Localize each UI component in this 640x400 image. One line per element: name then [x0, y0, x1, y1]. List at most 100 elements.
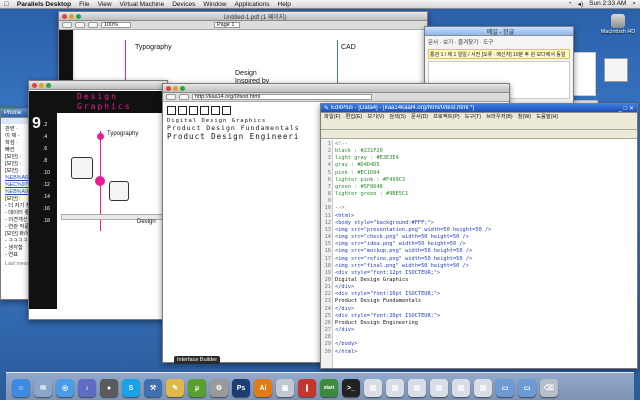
prev-button[interactable]	[75, 22, 85, 28]
dock-vm-icon[interactable]: ▣	[276, 379, 294, 397]
code-line: Product Design Engineering	[335, 319, 418, 326]
editor-menu-tools[interactable]: 도구(T)	[465, 113, 482, 121]
line-gutter: 1 2 3 4 5 6 7 8 9 10 11 12 13 14 15 16 17 18 19 20 21 22 23 24 2…	[321, 140, 333, 368]
dock-folder2-icon[interactable]: ▭	[518, 379, 536, 397]
pdf-label-cad: CAD	[341, 44, 356, 51]
design-title-1: Design	[77, 92, 118, 101]
volume-icon[interactable]: ◂)	[578, 0, 583, 8]
dock-folder1-icon[interactable]: ▭	[496, 379, 514, 397]
refine-icon[interactable]	[211, 106, 220, 115]
editor-menu-edit[interactable]: 편집(E)	[346, 113, 363, 121]
editor-menu-file[interactable]: 파일(F)	[324, 113, 341, 121]
dock-trash-icon[interactable]: ⌫	[540, 379, 558, 397]
menu-window[interactable]: Window	[203, 1, 226, 8]
dock-tools-icon[interactable]: ⚙	[210, 379, 228, 397]
code-area[interactable]: <!-- black : #231F20 light gray : #E3E3E4 g…	[335, 141, 637, 368]
editor-menu-window[interactable]: 창(W)	[518, 113, 531, 121]
dock-xcode-icon[interactable]: ⚒	[144, 379, 162, 397]
editor-menu-browser[interactable]: 브라우저(B)	[486, 113, 513, 121]
page-field[interactable]: Page 1	[214, 22, 240, 28]
url-field[interactable]: http://kaa14.org/0/test.html	[192, 94, 372, 100]
document-icon[interactable]	[604, 58, 628, 82]
code-line: <div style="font:20pt ISOCTEUR;">	[335, 312, 441, 319]
pink-line	[125, 40, 126, 84]
design-bottom-label: Design	[137, 219, 156, 225]
dock-pencil-icon[interactable]: ✎	[166, 379, 184, 397]
zoom-icon[interactable]	[76, 13, 81, 19]
close-icon[interactable]	[166, 85, 171, 91]
line-numbers: 1 2 3 4 5 6 7 8 9 10 11 12 13 14 15 16 17 18 19 20 21 22 23 24 2…	[321, 140, 332, 356]
line-number: 2	[327, 148, 331, 155]
desktop-icon-macintosh-hd[interactable]: Macintosh HD	[600, 14, 636, 35]
editor-menu-search[interactable]: 검색(S)	[389, 113, 406, 121]
dock-itunes-icon[interactable]: ♪	[78, 379, 96, 397]
menu-applications[interactable]: Applications	[234, 1, 269, 8]
sidebar-button[interactable]	[62, 22, 72, 28]
menu-file[interactable]: File	[79, 1, 89, 8]
presentation-icon[interactable]	[167, 106, 176, 115]
minimize-icon[interactable]	[69, 13, 74, 19]
forward-button[interactable]	[179, 94, 189, 100]
dock-start-icon[interactable]: start	[320, 379, 338, 397]
minimize-icon[interactable]	[173, 85, 178, 91]
editor-window: ✎ EditPlus - [Data4] - [kaa14kaaf4.org/h…	[320, 103, 638, 369]
mockup-icon[interactable]	[200, 106, 209, 115]
line-number: 13	[324, 226, 331, 233]
close-icon[interactable]	[62, 13, 67, 19]
dock-utorrent-icon[interactable]: µ	[188, 379, 206, 397]
zoom-icon[interactable]	[46, 82, 51, 88]
clock[interactable]: Sun 2:33 AM	[589, 0, 626, 8]
editor-menu-help[interactable]: 도움말(H)	[536, 113, 558, 121]
back-button[interactable]	[166, 94, 176, 100]
dock-finder-icon[interactable]: ☺	[12, 379, 30, 397]
globe-icon[interactable]	[109, 181, 129, 201]
dock-mail-icon[interactable]: ✉	[34, 379, 52, 397]
zoom-field[interactable]: 100%	[101, 22, 131, 28]
menu-virtual-machine[interactable]: Virtual Machine	[120, 1, 165, 8]
mail-tabs[interactable]: 문서 · 보기 · 즐겨찾기 · 도구	[425, 36, 573, 48]
editor-menu-document[interactable]: 문서(D)	[411, 113, 428, 121]
code-line: black : #231F20	[335, 148, 383, 155]
dock-window2-icon[interactable]: ▤	[386, 379, 404, 397]
zoom-icon[interactable]	[180, 85, 185, 91]
code-line: <img src="final.png" width=50 height=50 …	[335, 262, 469, 269]
dock-window6-icon[interactable]: ▤	[474, 379, 492, 397]
menu-devices[interactable]: Devices	[172, 1, 195, 8]
editor-menu-project[interactable]: 프로젝트(P)	[433, 113, 460, 121]
dock-skype-icon[interactable]: S	[122, 379, 140, 397]
line-number: 26	[324, 319, 331, 326]
desktop-icon-label: Macintosh HD	[600, 29, 636, 35]
window-controls-icon[interactable]: _ □ ✕	[619, 105, 637, 112]
spotlight-icon[interactable]: ⌕	[632, 0, 636, 8]
final-icon[interactable]	[222, 106, 231, 115]
mail-title: 메일 - 한글	[486, 29, 515, 36]
dock-parallels-icon[interactable]: ∥	[298, 379, 316, 397]
close-icon[interactable]	[32, 82, 37, 88]
browser-icon-row	[167, 106, 231, 115]
dock-camera-icon[interactable]: ●	[100, 379, 118, 397]
idea-icon[interactable]	[189, 106, 198, 115]
minimize-icon[interactable]	[39, 82, 44, 88]
dock-window3-icon[interactable]: ▤	[408, 379, 426, 397]
apple-icon[interactable]: 	[4, 1, 9, 8]
menu-app-name[interactable]: Parallels Desktop	[17, 1, 71, 8]
flag-icon[interactable]	[71, 157, 93, 179]
dock-window4-icon[interactable]: ▤	[430, 379, 448, 397]
code-line: green : #5F8648	[335, 183, 383, 190]
dock-safari-icon[interactable]: ◎	[56, 379, 74, 397]
menu-help[interactable]: Help	[278, 1, 291, 8]
blue-line	[337, 40, 338, 84]
dock-terminal-icon[interactable]: >_	[342, 379, 360, 397]
wifi-icon[interactable]: ◔	[568, 0, 572, 8]
dock-illustrator-icon[interactable]: Ai	[254, 379, 272, 397]
menu-view[interactable]: View	[98, 1, 112, 8]
check-icon[interactable]	[178, 106, 187, 115]
line-number: 10	[324, 205, 331, 212]
next-button[interactable]	[88, 22, 98, 28]
editor-toolbar-2	[321, 130, 637, 139]
dock-window1-icon[interactable]: ▤	[364, 379, 382, 397]
dock-photoshop-icon[interactable]: Ps	[232, 379, 250, 397]
editor-menu-view[interactable]: 보기(V)	[367, 113, 384, 121]
dock-window5-icon[interactable]: ▤	[452, 379, 470, 397]
